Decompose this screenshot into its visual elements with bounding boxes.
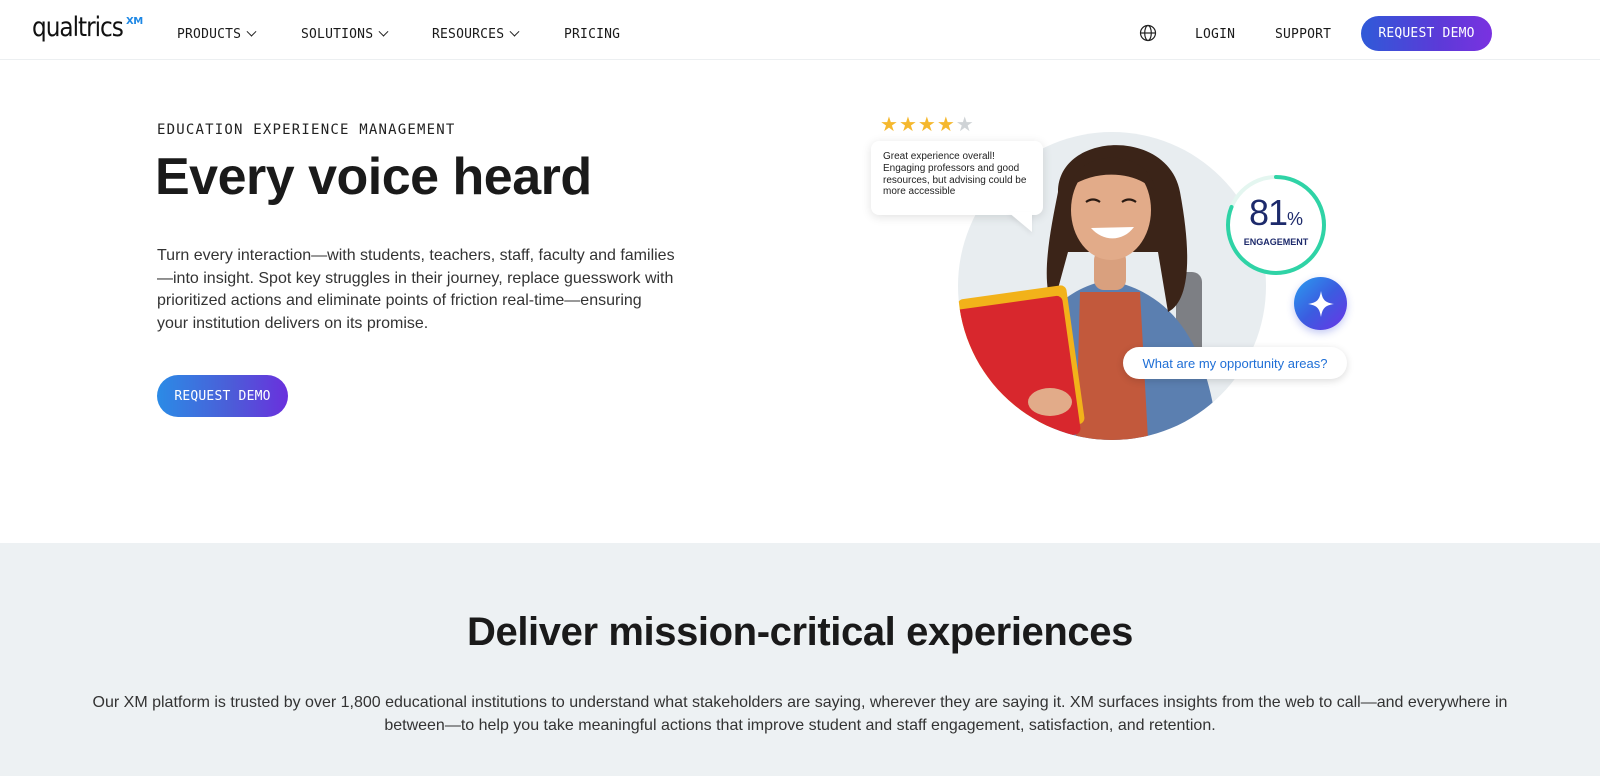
login-label: LOGIN: [1195, 26, 1236, 42]
review-card-tail: [1008, 212, 1032, 232]
nav-resources-label: RESOURCES: [432, 26, 505, 42]
hero-description: Turn every interaction—with students, te…: [157, 247, 675, 332]
nav-solutions[interactable]: SOLUTIONS: [301, 24, 389, 44]
qualtrics-logo[interactable]: qualtrics: [32, 12, 124, 44]
review-text: Great experience overall! Engaging profe…: [883, 151, 1027, 198]
request-demo-hero-button[interactable]: REQUEST DEMO: [157, 375, 288, 417]
support-label: SUPPORT: [1275, 26, 1332, 42]
engagement-unit: %: [1287, 209, 1304, 229]
hero-eyebrow: EDUCATION EXPERIENCE MANAGEMENT: [157, 122, 456, 138]
ai-assistant-button[interactable]: [1294, 277, 1347, 330]
nav-pricing-label: PRICING: [564, 26, 621, 42]
top-nav: qualtrics XM PRODUCTS SOLUTIONS RESOURCE…: [0, 0, 1600, 60]
engagement-number: 81: [1248, 192, 1288, 233]
chevron-down-icon: [509, 26, 520, 37]
star-icon: ★: [936, 112, 955, 136]
support-link[interactable]: SUPPORT: [1275, 24, 1331, 44]
star-rating: ★ ★ ★ ★ ★: [880, 113, 974, 135]
review-card: Great experience overall! Engaging profe…: [871, 141, 1043, 215]
login-link[interactable]: LOGIN: [1195, 24, 1235, 44]
hero-title: Every voice heard: [155, 148, 592, 206]
nav-products[interactable]: PRODUCTS: [177, 24, 257, 44]
chevron-down-icon: [246, 26, 257, 37]
nav-resources[interactable]: RESOURCES: [432, 24, 520, 44]
globe-icon[interactable]: [1139, 24, 1157, 42]
engagement-label: ENGAGEMENT: [1243, 237, 1309, 247]
chevron-down-icon: [378, 26, 389, 37]
request-demo-nav-button[interactable]: REQUEST DEMO: [1361, 16, 1492, 51]
star-icon: ★: [917, 112, 936, 136]
section-description: Our XM platform is trusted by over 1,800…: [92, 694, 1508, 734]
section-title: Deliver mission-critical experiences: [467, 610, 1133, 654]
sparkle-icon: [1307, 290, 1334, 317]
engagement-value: 81%: [1224, 193, 1328, 239]
question-text: What are my opportunity areas?: [1142, 355, 1328, 371]
opportunity-question-pill[interactable]: What are my opportunity areas?: [1123, 347, 1347, 379]
nav-products-label: PRODUCTS: [177, 26, 242, 42]
star-icon: ★: [880, 112, 898, 136]
star-icon: ★: [898, 112, 917, 136]
mission-section: [0, 543, 1600, 776]
logo-xm-mark: XM: [126, 16, 143, 27]
star-empty-icon: ★: [955, 112, 974, 136]
nav-pricing[interactable]: PRICING: [564, 24, 620, 44]
nav-solutions-label: SOLUTIONS: [301, 26, 374, 42]
